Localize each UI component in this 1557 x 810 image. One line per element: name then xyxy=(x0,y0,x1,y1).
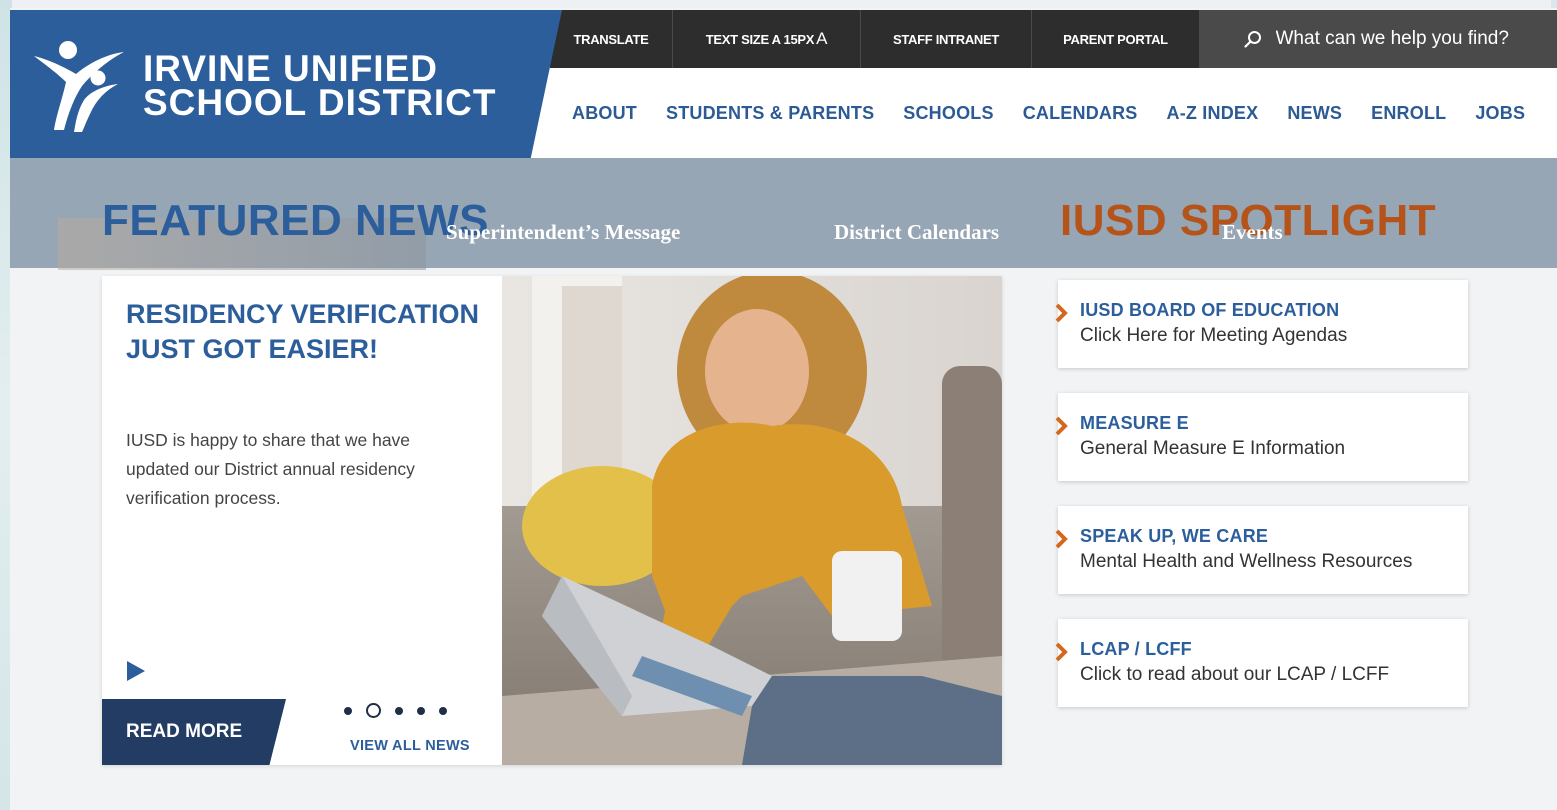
news-summary: IUSD is happy to share that we have upda… xyxy=(126,430,415,508)
parent-portal-link[interactable]: PARENT PORTAL xyxy=(1032,10,1200,68)
read-more-button[interactable]: READ MORE xyxy=(102,699,286,765)
spotlight-card-board-of-education[interactable]: IUSD BOARD OF EDUCATION Click Here for M… xyxy=(1055,280,1468,368)
spotlight-title: MEASURE E xyxy=(1080,413,1189,433)
text-size-large-a: A xyxy=(816,29,828,48)
woman-with-laptop-image xyxy=(502,276,1002,765)
nav-schools[interactable]: SCHOOLS xyxy=(903,103,993,124)
tab-events[interactable]: Events xyxy=(1222,220,1283,245)
iusd-figures-logo-icon xyxy=(34,41,124,132)
spotlight-title: IUSD BOARD OF EDUCATION xyxy=(1080,300,1340,320)
nav-calendars[interactable]: CALENDARS xyxy=(1023,103,1138,124)
site-header: TRANSLATE TEXT SIZE A 15PX A STAFF INTRA… xyxy=(10,8,1557,167)
chevron-right-icon xyxy=(1055,416,1068,436)
spotlight-subtitle: General Measure E Information xyxy=(1080,438,1346,459)
slide-dot[interactable] xyxy=(417,706,425,715)
text-size-label: TEXT SIZE A 15PX xyxy=(705,31,815,47)
nav-jobs[interactable]: JOBS xyxy=(1475,103,1525,124)
chevron-right-icon xyxy=(1055,529,1068,549)
spotlight-card-lcap[interactable]: LCAP / LCFF Click to read about our LCAP… xyxy=(1055,619,1468,707)
translate-link[interactable]: TRANSLATE xyxy=(550,10,673,68)
chevron-right-icon xyxy=(1055,642,1068,662)
featured-news-heading: FEATURED NEWS xyxy=(102,196,490,245)
site-search[interactable] xyxy=(1200,10,1557,68)
nav-about[interactable]: ABOUT xyxy=(572,103,637,124)
spotlight-subtitle: Mental Health and Wellness Resources xyxy=(1080,551,1413,572)
spotlight-card-measure-e[interactable]: MEASURE E General Measure E Information xyxy=(1055,393,1468,481)
slide-pagination xyxy=(344,703,447,718)
chevron-right-icon xyxy=(1055,303,1068,323)
slide-dot[interactable] xyxy=(344,706,352,715)
staff-intranet-link[interactable]: STAFF INTRANET xyxy=(861,10,1032,68)
main-nav: ABOUT STUDENTS & PARENTS SCHOOLS CALENDA… xyxy=(530,68,1557,158)
text-size-control[interactable]: TEXT SIZE A 15PX A xyxy=(673,10,861,68)
spotlight-subtitle: Click to read about our LCAP / LCFF xyxy=(1080,664,1390,685)
news-headline[interactable]: RESIDENCY VERIFICATION JUST GOT EASIER! xyxy=(126,297,486,367)
spotlight-title: SPEAK UP, WE CARE xyxy=(1080,526,1269,546)
district-name: IRVINE UNIFIED SCHOOL DISTRICT xyxy=(143,48,497,123)
section-band: FEATURED NEWS IUSD SPOTLIGHT Superintend… xyxy=(10,158,1557,270)
tab-superintendents-message[interactable]: Superintendent’s Message xyxy=(446,220,680,245)
featured-news-text: RESIDENCY VERIFICATION JUST GOT EASIER! … xyxy=(102,276,502,765)
nav-students-parents[interactable]: STUDENTS & PARENTS xyxy=(666,103,874,124)
slide-dot[interactable] xyxy=(395,706,403,715)
utility-bar: TRANSLATE TEXT SIZE A 15PX A STAFF INTRA… xyxy=(550,10,1557,68)
spotlight-card-speak-up[interactable]: SPEAK UP, WE CARE Mental Health and Well… xyxy=(1055,506,1468,594)
view-all-news-link[interactable]: VIEW ALL NEWS xyxy=(350,738,470,754)
district-logo[interactable]: IRVINE UNIFIED SCHOOL DISTRICT xyxy=(10,10,562,167)
featured-news-card: RESIDENCY VERIFICATION JUST GOT EASIER! … xyxy=(102,276,1002,765)
nav-news[interactable]: NEWS xyxy=(1287,103,1342,124)
play-icon[interactable] xyxy=(126,660,146,682)
slide-dot-active[interactable] xyxy=(366,703,381,718)
spotlight-subtitle: Click Here for Meeting Agendas xyxy=(1080,325,1348,346)
district-name-line2: SCHOOL DISTRICT xyxy=(143,82,497,123)
nav-enroll[interactable]: ENROLL xyxy=(1371,103,1446,124)
page: TRANSLATE TEXT SIZE A 15PX A STAFF INTRA… xyxy=(10,8,1557,810)
district-name-line1: IRVINE UNIFIED xyxy=(143,48,438,89)
featured-news-photo xyxy=(502,276,1002,765)
nav-a-z-index[interactable]: A-Z INDEX xyxy=(1167,103,1259,124)
slide-dot[interactable] xyxy=(439,706,447,715)
search-input[interactable] xyxy=(1275,28,1536,50)
spotlight-title: LCAP / LCFF xyxy=(1080,639,1192,659)
tab-district-calendars[interactable]: District Calendars xyxy=(834,220,999,245)
search-icon[interactable] xyxy=(1243,30,1262,48)
